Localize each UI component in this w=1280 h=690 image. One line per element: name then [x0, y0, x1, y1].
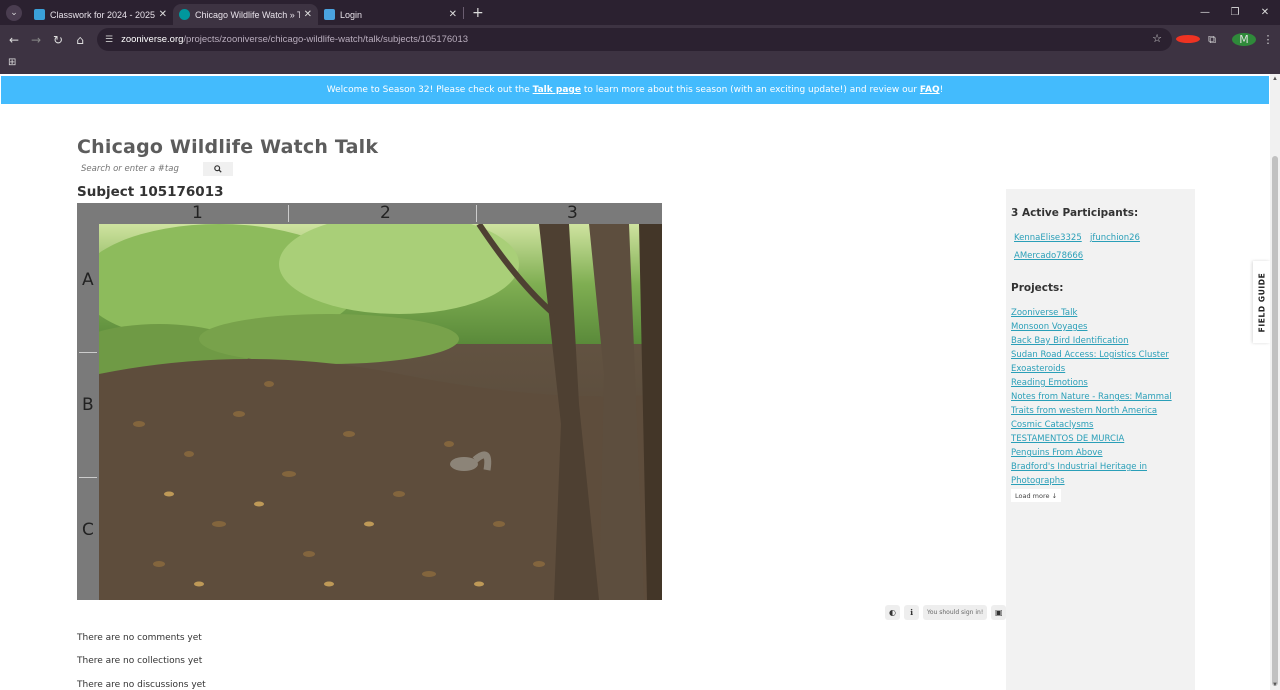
- page-title: Chicago Wildlife Watch Talk: [77, 136, 379, 158]
- search-button[interactable]: [203, 162, 233, 176]
- search-input[interactable]: [77, 162, 203, 176]
- project-link[interactable]: Sudan Road Access: Logistics Cluster: [1011, 350, 1169, 360]
- page-content: Welcome to Season 32! Please check out t…: [0, 74, 1270, 690]
- reload-icon[interactable]: ↻: [47, 33, 69, 47]
- url-path: /projects/zooniverse/chicago-wildlife-wa…: [183, 34, 469, 45]
- banner-text-mid: to learn more about this season (with an…: [583, 85, 918, 95]
- no-comments-text: There are no comments yet: [77, 633, 202, 643]
- arrow-down-icon: ↓: [1051, 491, 1058, 500]
- info-icon[interactable]: ℹ: [904, 605, 919, 620]
- close-tab-icon[interactable]: ✕: [159, 9, 167, 20]
- grid-row-label: C: [82, 520, 94, 540]
- browser-menu-icon[interactable]: ⋮: [1256, 33, 1280, 46]
- project-link[interactable]: Back Bay Bird Identification: [1011, 336, 1128, 346]
- home-icon[interactable]: ⌂: [69, 33, 91, 47]
- project-link[interactable]: Bradford's Industrial Heritage in: [1011, 462, 1147, 472]
- scrollbar-thumb[interactable]: [1272, 156, 1278, 686]
- site-info-icon[interactable]: ☰: [105, 35, 113, 45]
- close-window-icon[interactable]: ✕: [1250, 7, 1280, 18]
- browser-toolbar: ← → ↻ ⌂ ☰ zooniverse.org/projects/zooniv…: [0, 25, 1280, 54]
- grid-row-label: A: [82, 270, 94, 290]
- project-link[interactable]: Cosmic Cataclysms: [1011, 420, 1093, 430]
- field-guide-tab[interactable]: FIELD GUIDE: [1253, 261, 1270, 343]
- grid-col-label: 3: [567, 203, 578, 223]
- new-tab-icon[interactable]: +: [472, 5, 484, 21]
- season-banner: Welcome to Season 32! Please check out t…: [1, 76, 1269, 104]
- project-link[interactable]: Zooniverse Talk: [1011, 308, 1077, 318]
- grid-row-label: B: [82, 395, 94, 415]
- banner-text-post: !: [939, 85, 944, 95]
- scroll-up-icon[interactable]: ▲: [1272, 76, 1278, 82]
- close-tab-icon[interactable]: ✕: [449, 9, 457, 20]
- url-host: zooniverse.org: [121, 34, 184, 45]
- tab-title: Classwork for 2024 - 2025 CRH: [50, 9, 155, 20]
- project-link[interactable]: Traits from western North America: [1011, 406, 1157, 416]
- image-icon[interactable]: ▣: [991, 605, 1007, 620]
- login-favicon-icon: [324, 9, 335, 20]
- project-link[interactable]: Photographs: [1011, 476, 1065, 486]
- grid-row-divider: [79, 352, 97, 353]
- subject-toolbar: ◐ ℹ You should sign in! ▣: [885, 605, 1007, 620]
- grid-col-divider: [288, 205, 289, 222]
- field-guide-label: FIELD GUIDE: [1257, 272, 1267, 332]
- sign-in-notice[interactable]: You should sign in!: [923, 605, 988, 620]
- toolbar-right: ⧉ M ⋮: [1176, 25, 1280, 54]
- project-link[interactable]: Exoasteroids: [1011, 364, 1065, 374]
- talk-search: [77, 162, 233, 176]
- close-tab-icon[interactable]: ✕: [304, 9, 312, 20]
- tab-title: Login: [340, 9, 363, 20]
- minimize-icon[interactable]: —: [1190, 7, 1220, 18]
- address-bar[interactable]: ☰ zooniverse.org/projects/zooniverse/chi…: [97, 28, 1172, 51]
- project-link[interactable]: Reading Emotions: [1011, 378, 1088, 388]
- participants-heading: 3 Active Participants:: [1011, 207, 1139, 219]
- apps-grid-icon[interactable]: ⊞: [8, 57, 16, 68]
- tab-search-icon[interactable]: ⌄: [6, 4, 22, 21]
- grid-row-divider: [79, 477, 97, 478]
- bookmark-star-icon[interactable]: ☆: [1152, 32, 1162, 45]
- browser-tab-bar: ⌄ Classwork for 2024 - 2025 CRH ✕ Chicag…: [0, 0, 1280, 25]
- talk-page-link[interactable]: Talk page: [533, 85, 581, 95]
- faq-link[interactable]: FAQ: [920, 85, 940, 95]
- banner-text-pre: Welcome to Season 32! Please check out t…: [326, 85, 530, 95]
- project-link[interactable]: Monsoon Voyages: [1011, 322, 1088, 332]
- extensions-puzzle-icon[interactable]: ⧉: [1200, 33, 1224, 47]
- grid-col-divider: [476, 205, 477, 222]
- camera-trap-photo: [99, 224, 662, 600]
- no-collections-text: There are no collections yet: [77, 656, 203, 666]
- load-more-button[interactable]: Load more ↓: [1011, 489, 1062, 502]
- talk-sidebar: 3 Active Participants: KennaElise3325 jf…: [1006, 189, 1195, 690]
- subject-image-frame[interactable]: 1 2 3 A B C: [77, 203, 662, 600]
- project-link[interactable]: Notes from Nature - Ranges: Mammal: [1011, 392, 1172, 402]
- participant-link[interactable]: AMercado78666: [1014, 251, 1083, 261]
- no-discussions-text: There are no discussions yet: [77, 680, 206, 690]
- tab-title: Chicago Wildlife Watch » Talk —: [195, 9, 300, 20]
- load-more-label: Load more: [1015, 491, 1050, 500]
- forward-icon[interactable]: →: [25, 33, 47, 47]
- back-icon[interactable]: ←: [3, 33, 25, 47]
- bookmarks-bar: ⊞: [0, 54, 1280, 74]
- classroom-favicon-icon: [34, 9, 45, 20]
- tab-divider: [463, 6, 464, 19]
- participant-link[interactable]: KennaElise3325: [1014, 233, 1082, 243]
- scroll-down-icon[interactable]: ▼: [1272, 682, 1278, 688]
- invert-contrast-icon[interactable]: ◐: [885, 605, 900, 620]
- restore-icon[interactable]: ❐: [1220, 7, 1250, 18]
- search-icon: [214, 165, 222, 173]
- profile-avatar[interactable]: M: [1232, 33, 1256, 46]
- project-link[interactable]: Penguins From Above: [1011, 448, 1103, 458]
- grid-column-labels: 1 2 3: [99, 203, 662, 224]
- participant-link[interactable]: jfunchion26: [1090, 233, 1140, 243]
- project-link[interactable]: TESTAMENTOS DE MURCIA: [1011, 434, 1124, 444]
- tab-login[interactable]: Login ✕: [318, 4, 463, 25]
- grid-col-label: 2: [380, 203, 391, 223]
- zooniverse-favicon-icon: [179, 9, 190, 20]
- page-scrollbar[interactable]: ▲ ▼: [1270, 74, 1280, 690]
- extension-badge-icon[interactable]: [1176, 33, 1200, 46]
- projects-heading: Projects:: [1011, 282, 1064, 294]
- subject-title: Subject 105176013: [77, 184, 224, 200]
- tab-classwork[interactable]: Classwork for 2024 - 2025 CRH ✕: [28, 4, 173, 25]
- tab-chicago-wildlife[interactable]: Chicago Wildlife Watch » Talk — ✕: [173, 4, 318, 25]
- grid-col-label: 1: [192, 203, 203, 223]
- window-controls: — ❐ ✕: [1190, 0, 1280, 25]
